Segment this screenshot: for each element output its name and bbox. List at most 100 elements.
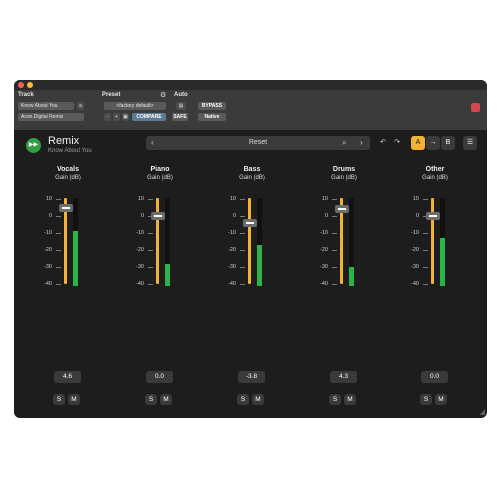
level-meter-fill	[349, 266, 354, 286]
gain-label: Gain (dB)	[147, 175, 173, 181]
scale-tick-label: 10	[137, 196, 144, 202]
scale-tick-label: -30	[136, 264, 144, 270]
solo-button[interactable]: S	[53, 394, 65, 405]
gain-value-field[interactable]: 4.3	[330, 371, 357, 383]
scale-tick-line	[423, 267, 428, 268]
scale-tick-line	[332, 284, 337, 285]
gain-fader-handle[interactable]	[426, 212, 440, 220]
level-meter	[73, 198, 78, 286]
level-meter	[257, 198, 262, 286]
scale-tick-line	[332, 199, 337, 200]
pro-tools-header: Track Preset ⚙ Auto Know About You a Aco…	[14, 90, 487, 130]
compare-button[interactable]: COMPARE	[132, 113, 166, 121]
scale-tick-label: -30	[228, 264, 236, 270]
preset-minus-button[interactable]: -	[104, 113, 111, 121]
scale-tick-line	[148, 250, 153, 251]
scale-tick-line	[332, 250, 337, 251]
automation-icon[interactable]: ▤	[176, 102, 186, 110]
scale-tick-label: -40	[228, 281, 236, 287]
scale-tick-line	[148, 233, 153, 234]
safe-button[interactable]: SAFE	[172, 113, 188, 121]
preset-selector[interactable]: <factory default>	[104, 102, 166, 110]
gain-fader-track[interactable]	[156, 198, 159, 284]
scale-tick-line	[423, 199, 428, 200]
scale-tick-line	[56, 250, 61, 251]
scale-tick-label: 0	[140, 213, 144, 219]
gain-fader-handle[interactable]	[335, 204, 349, 213]
chevron-right-icon[interactable]: ›	[360, 136, 363, 150]
scale-tick-line	[423, 284, 428, 285]
gain-value-field[interactable]: 0.0	[421, 371, 448, 383]
plugin-selector[interactable]: Acon Digital Remix	[18, 113, 84, 121]
copy-icon[interactable]: ▣	[122, 113, 129, 121]
gain-fader-track[interactable]	[431, 198, 434, 284]
scale-tick-line	[148, 199, 153, 200]
scale-tick-label: -30	[44, 264, 52, 270]
channel-name: Piano	[150, 166, 170, 173]
minimize-window-button[interactable]	[27, 82, 33, 88]
redo-icon[interactable]: ↷	[390, 136, 404, 150]
undo-icon[interactable]: ↶	[376, 136, 390, 150]
scale-tick-label: -10	[228, 230, 236, 236]
scale-tick-label: -10	[136, 230, 144, 236]
native-button[interactable]: Native	[198, 113, 226, 121]
preset-b-button[interactable]: B	[441, 136, 455, 150]
mute-button[interactable]: M	[252, 394, 264, 405]
scale-tick-label: -30	[411, 264, 419, 270]
gain-label: Gain (dB)	[331, 175, 357, 181]
search-icon[interactable]: ⌕	[342, 136, 346, 150]
resize-handle-icon[interactable]: ◢	[480, 408, 485, 416]
bypass-button[interactable]: BYPASS	[198, 102, 226, 110]
scale-tick-line	[240, 267, 245, 268]
scale-tick-label: -20	[411, 247, 419, 253]
gain-fader-handle[interactable]	[59, 204, 73, 213]
scale-tick-label: -20	[320, 247, 328, 253]
scale-tick-line	[240, 199, 245, 200]
channel-vocals: VocalsGain (dB)100-10-20-30-404.6SMSensi…	[28, 166, 108, 406]
solo-button[interactable]: S	[237, 394, 249, 405]
close-window-button[interactable]	[18, 82, 24, 88]
copy-a-to-b-button[interactable]: →	[426, 136, 440, 150]
scale-tick-line	[332, 267, 337, 268]
scale-tick-line	[56, 233, 61, 234]
track-color-icon[interactable]	[471, 103, 480, 112]
mute-button[interactable]: M	[68, 394, 80, 405]
mute-button[interactable]: M	[435, 394, 447, 405]
solo-button[interactable]: S	[329, 394, 341, 405]
gear-icon[interactable]: ⚙	[160, 91, 166, 99]
scale-tick-label: 10	[321, 196, 328, 202]
gain-value-field[interactable]: -3.8	[238, 371, 265, 383]
gain-value-field[interactable]: 4.6	[54, 371, 81, 383]
plugin-subtitle: Know About You	[48, 148, 92, 154]
track-insert-selector[interactable]: a	[77, 102, 84, 110]
scale-tick-label: -10	[44, 230, 52, 236]
gain-fader-track[interactable]	[248, 198, 251, 284]
scale-tick-line	[56, 267, 61, 268]
preset-browser[interactable]: ‹ Reset ⌕ ›	[146, 136, 370, 150]
scale-tick-label: -40	[320, 281, 328, 287]
preset-name: Reset	[248, 139, 268, 146]
gain-label: Gain (dB)	[422, 175, 448, 181]
scale-tick-label: -10	[320, 230, 328, 236]
preset-label: Preset	[102, 92, 121, 98]
preset-plus-button[interactable]: +	[113, 113, 120, 121]
acon-logo-icon: ▶▶	[26, 138, 41, 153]
track-name-selector[interactable]: Know About You	[18, 102, 74, 110]
menu-icon[interactable]: ☰	[463, 136, 477, 150]
scale-tick-label: 0	[324, 213, 328, 219]
gain-fader-handle[interactable]	[151, 212, 165, 220]
mute-button[interactable]: M	[344, 394, 356, 405]
solo-button[interactable]: S	[145, 394, 157, 405]
scale-tick-line	[240, 233, 245, 234]
auto-label: Auto	[174, 92, 188, 98]
gain-fader-handle[interactable]	[243, 218, 257, 227]
preset-a-button[interactable]: A	[411, 136, 425, 150]
gain-value-field[interactable]: 0.0	[146, 371, 173, 383]
scale-tick-label: -20	[44, 247, 52, 253]
scale-tick-label: 10	[412, 196, 419, 202]
scale-tick-label: -40	[136, 281, 144, 287]
solo-button[interactable]: S	[420, 394, 432, 405]
mute-button[interactable]: M	[160, 394, 172, 405]
track-label: Track	[18, 92, 34, 98]
level-meter-fill	[73, 230, 78, 286]
